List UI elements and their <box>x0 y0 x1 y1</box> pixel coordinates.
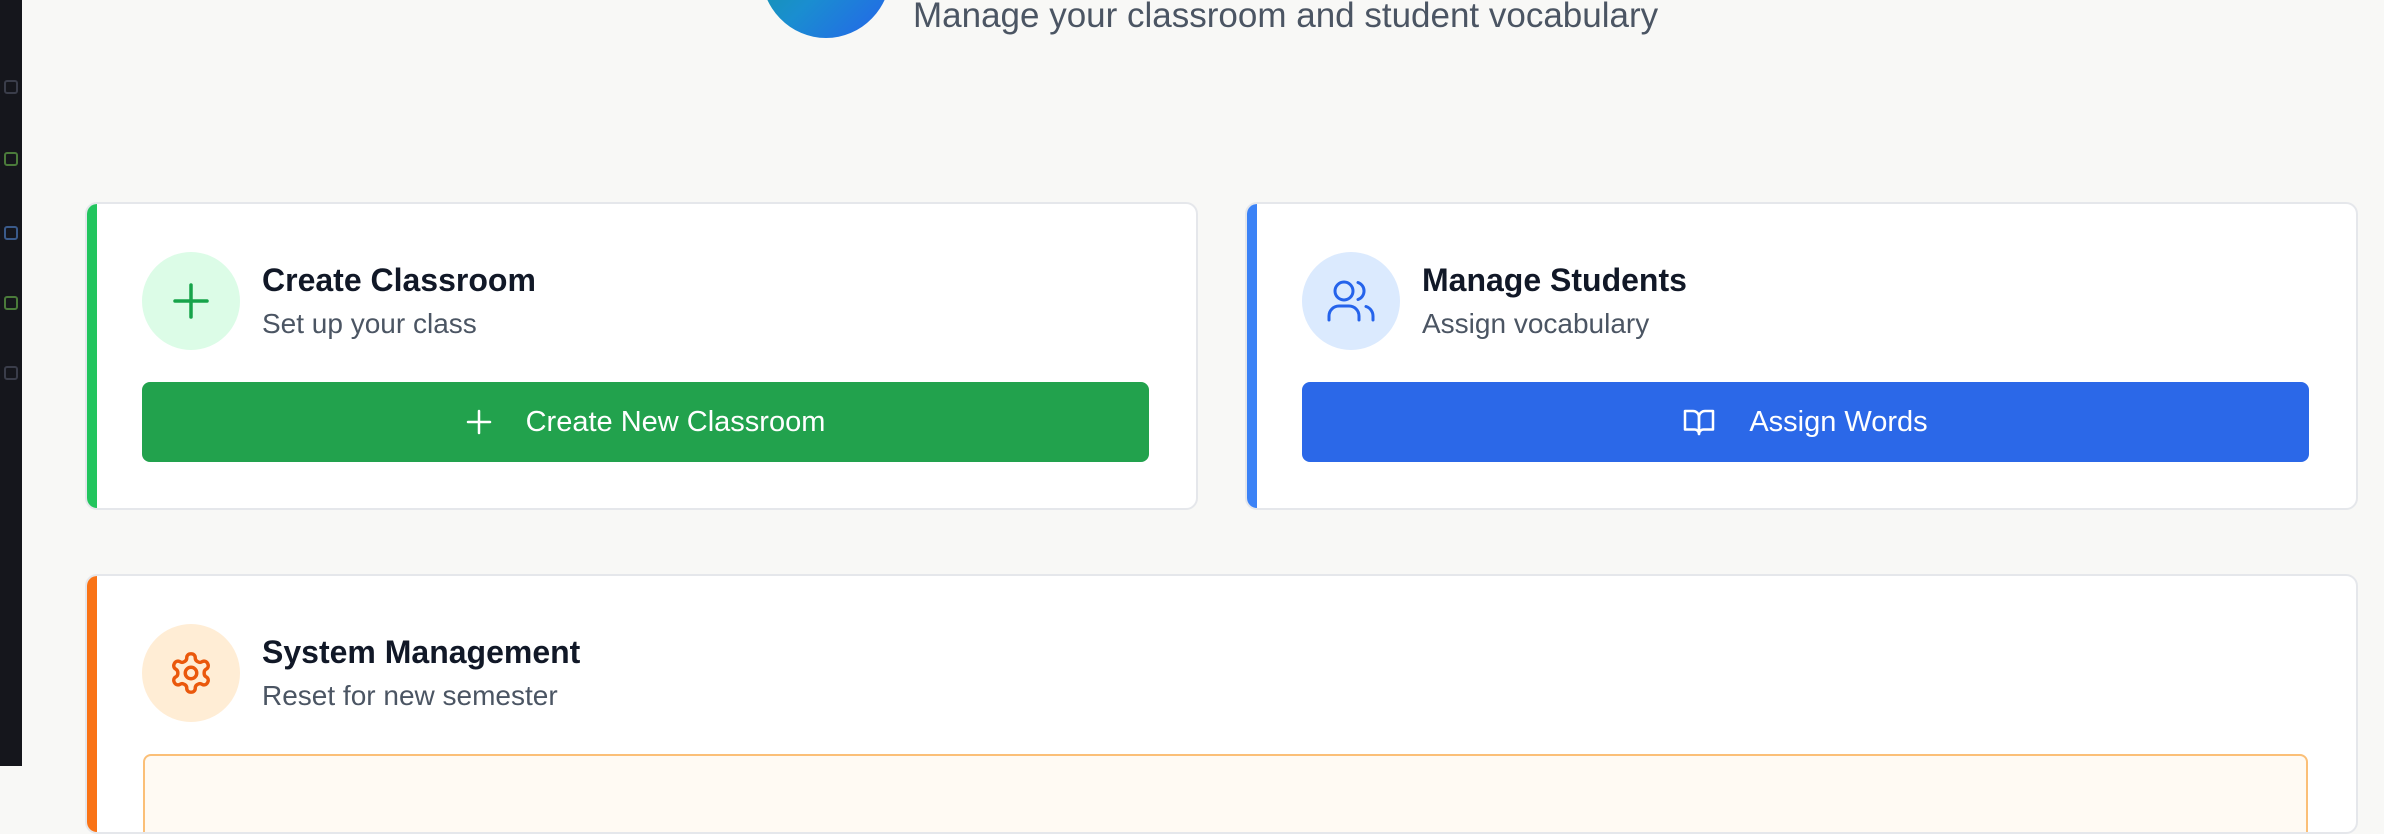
editor-side-strip <box>0 0 22 766</box>
card-subtitle: Set up your class <box>262 308 477 339</box>
button-label: Create New Classroom <box>525 405 826 438</box>
card-subtitle: Reset for new semester <box>262 680 558 711</box>
editor-file-icon <box>4 80 18 94</box>
card-accent-bar <box>87 576 97 832</box>
card-title: System Management <box>262 634 581 670</box>
button-label: Assign Words <box>1749 405 1928 438</box>
page-subtitle: Manage your classroom and student vocabu… <box>913 0 1659 35</box>
plus-icon <box>466 409 492 435</box>
editor-database-icon <box>4 226 18 240</box>
card-title: Create Classroom <box>262 262 536 298</box>
reset-warning-box <box>143 754 2308 832</box>
card-accent-bar <box>1247 204 1257 508</box>
assign-words-button[interactable]: Assign Words <box>1302 382 2309 462</box>
card-title: Manage Students <box>1422 262 1687 298</box>
editor-source-icon <box>4 152 18 166</box>
app-logo <box>761 0 891 38</box>
card-subtitle: Assign vocabulary <box>1422 308 1650 339</box>
create-classroom-card: Create Classroom Set up your class Creat… <box>85 202 1198 510</box>
gear-icon <box>142 624 240 722</box>
users-icon <box>1302 252 1400 350</box>
editor-grid-icon <box>4 366 18 380</box>
system-management-card: System Management Reset for new semester <box>85 574 2358 834</box>
book-open-icon <box>1683 408 1715 436</box>
manage-students-card: Manage Students Assign vocabulary Assign… <box>1245 202 2358 510</box>
editor-extensions-icon <box>4 296 18 310</box>
plus-icon <box>142 252 240 350</box>
create-new-classroom-button[interactable]: Create New Classroom <box>142 382 1149 462</box>
card-accent-bar <box>87 204 97 508</box>
